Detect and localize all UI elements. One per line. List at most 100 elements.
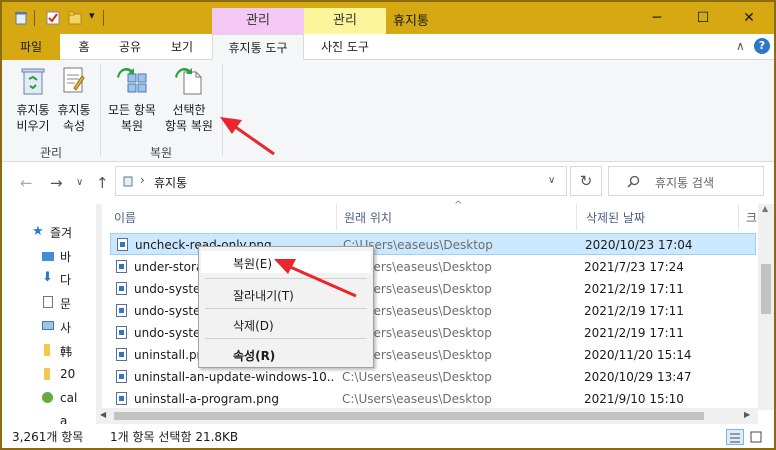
nav-item-folder-2[interactable]: 20	[60, 367, 75, 381]
column-header-origin[interactable]: 원래 위치	[344, 208, 392, 228]
refresh-button[interactable]: ↻	[570, 166, 602, 196]
large-icons-view-icon	[750, 431, 762, 443]
selection-info: 1개 항목 선택함 21.8KB	[110, 430, 239, 444]
large-icons-view-button[interactable]	[748, 429, 766, 445]
up-button[interactable]: ↑	[96, 174, 109, 192]
tab-view[interactable]: 보기	[158, 34, 206, 60]
scroll-left-arrow-icon[interactable]: ◀	[100, 410, 106, 419]
file-deleted-date: 2020/11/20 15:14	[584, 348, 692, 362]
restore-selected-icon	[175, 68, 202, 95]
recent-locations-button[interactable]: ∨	[76, 177, 83, 188]
folder-icon	[44, 344, 50, 356]
context-tab-manage-picture[interactable]: 관리	[304, 8, 386, 34]
menu-separator	[205, 278, 367, 279]
navigation-pane: ★ 즐겨 바 ⬇ 다 문 사 韩 20 cal a	[2, 204, 96, 426]
scrollbar-thumb[interactable]	[761, 264, 771, 314]
restore-selected-items-button[interactable]: 선택한 항목 복원	[160, 64, 218, 140]
column-header-deleted[interactable]: 삭제된 날짜	[586, 208, 645, 228]
horizontal-scrollbar[interactable]: ◀ ▶	[96, 408, 758, 424]
details-view-icon	[730, 433, 740, 443]
breadcrumb-location[interactable]: 휴지통	[154, 174, 187, 191]
menu-item-delete[interactable]: 삭제(D)	[233, 317, 274, 334]
menu-item-properties[interactable]: 속성(R)	[233, 347, 275, 364]
nav-item-folder-4[interactable]: a	[60, 414, 67, 424]
qa-customize-dropdown-icon[interactable]: ▾	[89, 9, 95, 22]
nav-item-quick-access[interactable]: 즐겨	[50, 224, 72, 241]
file-origin: C:\Users\easeus\Desktop	[342, 326, 492, 340]
nav-item-pictures[interactable]: 사	[60, 319, 71, 336]
nav-item-folder-1[interactable]: 韩	[60, 343, 72, 360]
png-file-icon	[116, 392, 127, 405]
png-file-icon	[116, 370, 127, 383]
details-view-button[interactable]	[726, 429, 744, 445]
group-label-restore: 복원	[150, 146, 173, 160]
tab-recycle-bin-tools[interactable]: 휴지통 도구	[212, 34, 304, 60]
collapse-ribbon-icon[interactable]: ∧	[736, 39, 745, 53]
address-bar[interactable]: › 휴지통 ∨	[115, 166, 567, 196]
empty-recycle-bin-button[interactable]: 휴지통 비우기	[10, 64, 56, 140]
qa-separator	[103, 10, 104, 26]
file-origin: C:\Users\easeus\Desktop	[342, 260, 492, 274]
close-button[interactable]: ✕	[726, 2, 772, 34]
tab-file[interactable]: 파일	[2, 34, 60, 60]
new-folder-icon[interactable]	[68, 11, 82, 25]
png-file-icon	[116, 260, 127, 273]
restore-selected-label-1: 선택한	[172, 103, 206, 117]
nav-item-documents[interactable]: 문	[60, 295, 71, 312]
recycle-bin-properties-button[interactable]: 휴지통 속성	[54, 64, 94, 140]
sort-indicator-icon: ^	[454, 200, 463, 211]
window-title: 휴지통	[393, 14, 429, 29]
file-row[interactable]: uninstall-a-program.png C:\Users\easeus\…	[110, 388, 756, 410]
help-icon[interactable]: ?	[754, 38, 770, 54]
nav-item-folder-3[interactable]: cal	[60, 391, 77, 405]
nav-pane-divider[interactable]	[96, 204, 102, 408]
vertical-scrollbar[interactable]: ▲	[758, 204, 774, 410]
column-divider[interactable]	[576, 204, 577, 230]
scroll-up-arrow-icon[interactable]: ▲	[762, 204, 768, 213]
properties-icon	[63, 67, 85, 93]
tab-picture-tools[interactable]: 사진 도구	[304, 34, 386, 60]
file-row[interactable]: uninstall-an-update-windows-10... C:\Use…	[110, 366, 756, 388]
column-header-size[interactable]: 크	[746, 208, 757, 228]
recycle-bin-small-icon[interactable]	[14, 11, 28, 25]
nav-item-downloads[interactable]: 다	[60, 271, 71, 288]
menu-item-cut[interactable]: 잘라내기(T)	[233, 287, 294, 304]
title-bar: ▾ 관리 관리 휴지통 ─ ☐ ✕	[2, 2, 774, 34]
forward-button[interactable]: →	[50, 174, 63, 192]
search-placeholder: 휴지통 검색	[655, 176, 715, 190]
item-count: 3,261개 항목	[12, 430, 84, 444]
pictures-icon	[42, 321, 54, 330]
quick-access-star-icon: ★	[32, 224, 44, 239]
column-divider[interactable]	[336, 204, 337, 230]
minimize-button[interactable]: ─	[634, 2, 680, 34]
search-box[interactable]: 휴지통 검색	[608, 166, 764, 196]
column-header-name[interactable]: 이름	[114, 208, 136, 228]
file-deleted-date: 2021/9/10 15:10	[584, 392, 684, 406]
props-label-1: 휴지통	[57, 103, 91, 117]
file-deleted-date: 2021/7/23 17:24	[584, 260, 684, 274]
file-name: uninstall-a-program.png	[134, 392, 280, 406]
empty-bin-label-2: 비우기	[16, 119, 50, 133]
menu-item-restore[interactable]: 복원(E)	[233, 255, 272, 272]
file-origin: C:\Users\easeus\Desktop	[342, 392, 492, 406]
props-label-2: 속성	[62, 119, 86, 133]
png-file-icon	[116, 326, 127, 339]
back-button[interactable]: ←	[20, 174, 33, 192]
desktop-icon	[42, 252, 54, 261]
scroll-right-arrow-icon[interactable]: ▶	[744, 410, 750, 419]
file-deleted-date: 2020/10/29 13:47	[584, 370, 692, 384]
tab-home[interactable]: 홈	[66, 34, 102, 60]
breadcrumb-separator[interactable]: ›	[140, 173, 145, 187]
file-deleted-date: 2021/2/19 17:11	[584, 282, 684, 296]
png-file-icon	[116, 282, 127, 295]
documents-icon	[43, 296, 53, 308]
properties-check-icon[interactable]	[46, 11, 60, 25]
column-divider[interactable]	[738, 204, 739, 230]
address-dropdown-icon[interactable]: ∨	[548, 175, 555, 186]
scrollbar-thumb[interactable]	[114, 412, 704, 420]
restore-all-items-button[interactable]: 모든 항목 복원	[104, 64, 160, 140]
maximize-button[interactable]: ☐	[680, 2, 726, 34]
context-tab-manage-recycle[interactable]: 관리	[212, 8, 304, 34]
tab-share[interactable]: 공유	[108, 34, 152, 60]
nav-item-desktop[interactable]: 바	[60, 248, 71, 265]
